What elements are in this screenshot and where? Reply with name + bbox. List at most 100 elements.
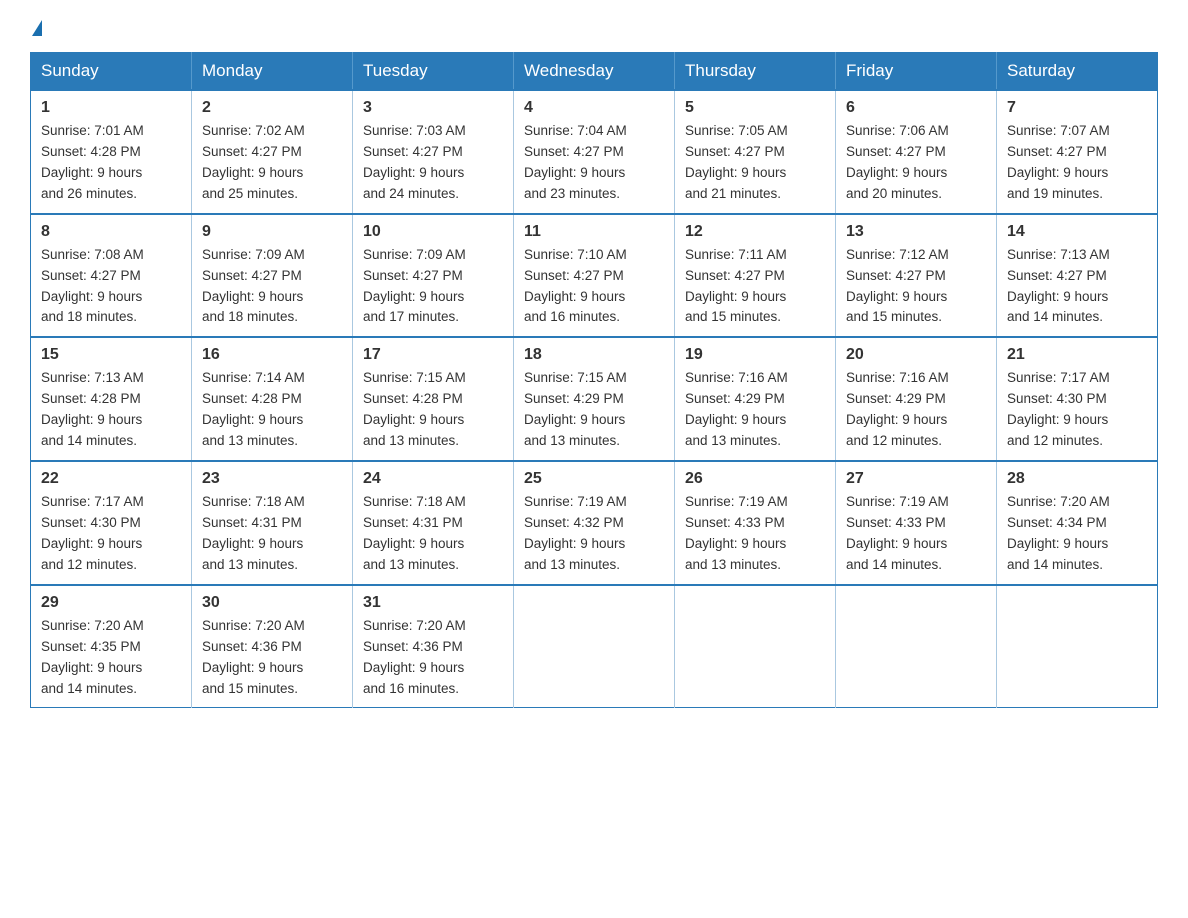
day-info: Sunrise: 7:17 AMSunset: 4:30 PMDaylight:… — [1007, 368, 1147, 452]
calendar-cell: 6Sunrise: 7:06 AMSunset: 4:27 PMDaylight… — [836, 90, 997, 214]
calendar-cell: 14 Sunrise: 7:13 AMSunset: 4:27 PMDayligh… — [997, 214, 1158, 338]
calendar-cell: 23 Sunrise: 7:18 AMSunset: 4:31 PMDayligh… — [192, 461, 353, 585]
calendar-cell — [514, 585, 675, 708]
day-info: Sunrise: 7:11 AMSunset: 4:27 PMDaylight:… — [685, 245, 825, 329]
day-info: Sunrise: 7:14 AMSunset: 4:28 PMDaylight:… — [202, 368, 342, 452]
calendar-cell: 30 Sunrise: 7:20 AMSunset: 4:36 PMDayligh… — [192, 585, 353, 708]
calendar-week-row: 15 Sunrise: 7:13 AMSunset: 4:28 PMDayligh… — [31, 337, 1158, 461]
day-number: 20 — [846, 346, 986, 364]
column-header-tuesday: Tuesday — [353, 53, 514, 91]
calendar-cell: 19 Sunrise: 7:16 AMSunset: 4:29 PMDayligh… — [675, 337, 836, 461]
day-number: 17 — [363, 346, 503, 364]
day-info: Sunrise: 7:07 AMSunset: 4:27 PMDaylight:… — [1007, 121, 1147, 205]
calendar-cell: 13 Sunrise: 7:12 AMSunset: 4:27 PMDayligh… — [836, 214, 997, 338]
calendar-cell: 18 Sunrise: 7:15 AMSunset: 4:29 PMDayligh… — [514, 337, 675, 461]
day-info: Sunrise: 7:20 AMSunset: 4:36 PMDaylight:… — [363, 616, 503, 700]
calendar-cell: 22Sunrise: 7:17 AMSunset: 4:30 PMDayligh… — [31, 461, 192, 585]
day-number: 3 — [363, 99, 503, 117]
column-header-monday: Monday — [192, 53, 353, 91]
calendar-cell: 24 Sunrise: 7:18 AMSunset: 4:31 PMDayligh… — [353, 461, 514, 585]
day-number: 10 — [363, 223, 503, 241]
calendar-cell: 10 Sunrise: 7:09 AMSunset: 4:27 PMDayligh… — [353, 214, 514, 338]
day-info: Sunrise: 7:18 AMSunset: 4:31 PMDaylight:… — [202, 492, 342, 576]
day-info: Sunrise: 7:15 AMSunset: 4:29 PMDaylight:… — [524, 368, 664, 452]
calendar-header-row: SundayMondayTuesdayWednesdayThursdayFrid… — [31, 53, 1158, 91]
day-info: Sunrise: 7:12 AMSunset: 4:27 PMDaylight:… — [846, 245, 986, 329]
day-number: 23 — [202, 470, 342, 488]
column-header-wednesday: Wednesday — [514, 53, 675, 91]
column-header-friday: Friday — [836, 53, 997, 91]
calendar-cell: 17 Sunrise: 7:15 AMSunset: 4:28 PMDayligh… — [353, 337, 514, 461]
calendar-cell: 2 Sunrise: 7:02 AMSunset: 4:27 PMDaylight… — [192, 90, 353, 214]
day-info: Sunrise: 7:02 AMSunset: 4:27 PMDaylight:… — [202, 121, 342, 205]
day-number: 7 — [1007, 99, 1147, 117]
day-info: Sunrise: 7:16 AMSunset: 4:29 PMDaylight:… — [685, 368, 825, 452]
day-info: Sunrise: 7:13 AMSunset: 4:28 PMDaylight:… — [41, 368, 181, 452]
day-number: 18 — [524, 346, 664, 364]
day-number: 26 — [685, 470, 825, 488]
calendar-cell: 12 Sunrise: 7:11 AMSunset: 4:27 PMDayligh… — [675, 214, 836, 338]
logo-triangle-icon — [32, 20, 42, 36]
day-info: Sunrise: 7:15 AMSunset: 4:28 PMDaylight:… — [363, 368, 503, 452]
day-info: Sunrise: 7:20 AMSunset: 4:36 PMDaylight:… — [202, 616, 342, 700]
day-number: 21 — [1007, 346, 1147, 364]
day-number: 11 — [524, 223, 664, 241]
calendar-cell: 28 Sunrise: 7:20 AMSunset: 4:34 PMDayligh… — [997, 461, 1158, 585]
day-number: 13 — [846, 223, 986, 241]
day-number: 15 — [41, 346, 181, 364]
page-header — [30, 20, 1158, 36]
calendar-week-row: 1 Sunrise: 7:01 AMSunset: 4:28 PMDaylight… — [31, 90, 1158, 214]
calendar-cell: 11Sunrise: 7:10 AMSunset: 4:27 PMDayligh… — [514, 214, 675, 338]
day-info: Sunrise: 7:09 AMSunset: 4:27 PMDaylight:… — [363, 245, 503, 329]
day-number: 19 — [685, 346, 825, 364]
day-number: 24 — [363, 470, 503, 488]
calendar-cell: 27 Sunrise: 7:19 AMSunset: 4:33 PMDayligh… — [836, 461, 997, 585]
calendar-cell: 16 Sunrise: 7:14 AMSunset: 4:28 PMDayligh… — [192, 337, 353, 461]
day-info: Sunrise: 7:01 AMSunset: 4:28 PMDaylight:… — [41, 121, 181, 205]
day-number: 31 — [363, 594, 503, 612]
calendar-cell: 7 Sunrise: 7:07 AMSunset: 4:27 PMDaylight… — [997, 90, 1158, 214]
column-header-thursday: Thursday — [675, 53, 836, 91]
day-number: 9 — [202, 223, 342, 241]
day-number: 8 — [41, 223, 181, 241]
calendar-cell: 4Sunrise: 7:04 AMSunset: 4:27 PMDaylight… — [514, 90, 675, 214]
day-number: 2 — [202, 99, 342, 117]
day-number: 1 — [41, 99, 181, 117]
calendar-cell: 5Sunrise: 7:05 AMSunset: 4:27 PMDaylight… — [675, 90, 836, 214]
day-number: 5 — [685, 99, 825, 117]
day-number: 14 — [1007, 223, 1147, 241]
calendar-cell: 31 Sunrise: 7:20 AMSunset: 4:36 PMDayligh… — [353, 585, 514, 708]
calendar-cell: 25Sunrise: 7:19 AMSunset: 4:32 PMDayligh… — [514, 461, 675, 585]
calendar-cell: 9 Sunrise: 7:09 AMSunset: 4:27 PMDaylight… — [192, 214, 353, 338]
column-header-saturday: Saturday — [997, 53, 1158, 91]
calendar-week-row: 29 Sunrise: 7:20 AMSunset: 4:35 PMDayligh… — [31, 585, 1158, 708]
day-info: Sunrise: 7:20 AMSunset: 4:35 PMDaylight:… — [41, 616, 181, 700]
calendar-cell: 8Sunrise: 7:08 AMSunset: 4:27 PMDaylight… — [31, 214, 192, 338]
day-info: Sunrise: 7:19 AMSunset: 4:33 PMDaylight:… — [685, 492, 825, 576]
calendar-cell: 1 Sunrise: 7:01 AMSunset: 4:28 PMDaylight… — [31, 90, 192, 214]
day-number: 28 — [1007, 470, 1147, 488]
calendar-table: SundayMondayTuesdayWednesdayThursdayFrid… — [30, 52, 1158, 708]
day-number: 22 — [41, 470, 181, 488]
day-number: 30 — [202, 594, 342, 612]
day-number: 12 — [685, 223, 825, 241]
day-number: 6 — [846, 99, 986, 117]
calendar-cell: 29 Sunrise: 7:20 AMSunset: 4:35 PMDayligh… — [31, 585, 192, 708]
day-number: 27 — [846, 470, 986, 488]
calendar-cell — [675, 585, 836, 708]
day-info: Sunrise: 7:09 AMSunset: 4:27 PMDaylight:… — [202, 245, 342, 329]
day-info: Sunrise: 7:19 AMSunset: 4:33 PMDaylight:… — [846, 492, 986, 576]
day-info: Sunrise: 7:16 AMSunset: 4:29 PMDaylight:… — [846, 368, 986, 452]
calendar-cell — [997, 585, 1158, 708]
day-number: 16 — [202, 346, 342, 364]
day-info: Sunrise: 7:13 AMSunset: 4:27 PMDaylight:… — [1007, 245, 1147, 329]
day-info: Sunrise: 7:20 AMSunset: 4:34 PMDaylight:… — [1007, 492, 1147, 576]
day-info: Sunrise: 7:18 AMSunset: 4:31 PMDaylight:… — [363, 492, 503, 576]
column-header-sunday: Sunday — [31, 53, 192, 91]
logo — [30, 20, 42, 36]
calendar-cell — [836, 585, 997, 708]
calendar-cell: 3Sunrise: 7:03 AMSunset: 4:27 PMDaylight… — [353, 90, 514, 214]
day-number: 29 — [41, 594, 181, 612]
calendar-week-row: 8Sunrise: 7:08 AMSunset: 4:27 PMDaylight… — [31, 214, 1158, 338]
day-number: 4 — [524, 99, 664, 117]
